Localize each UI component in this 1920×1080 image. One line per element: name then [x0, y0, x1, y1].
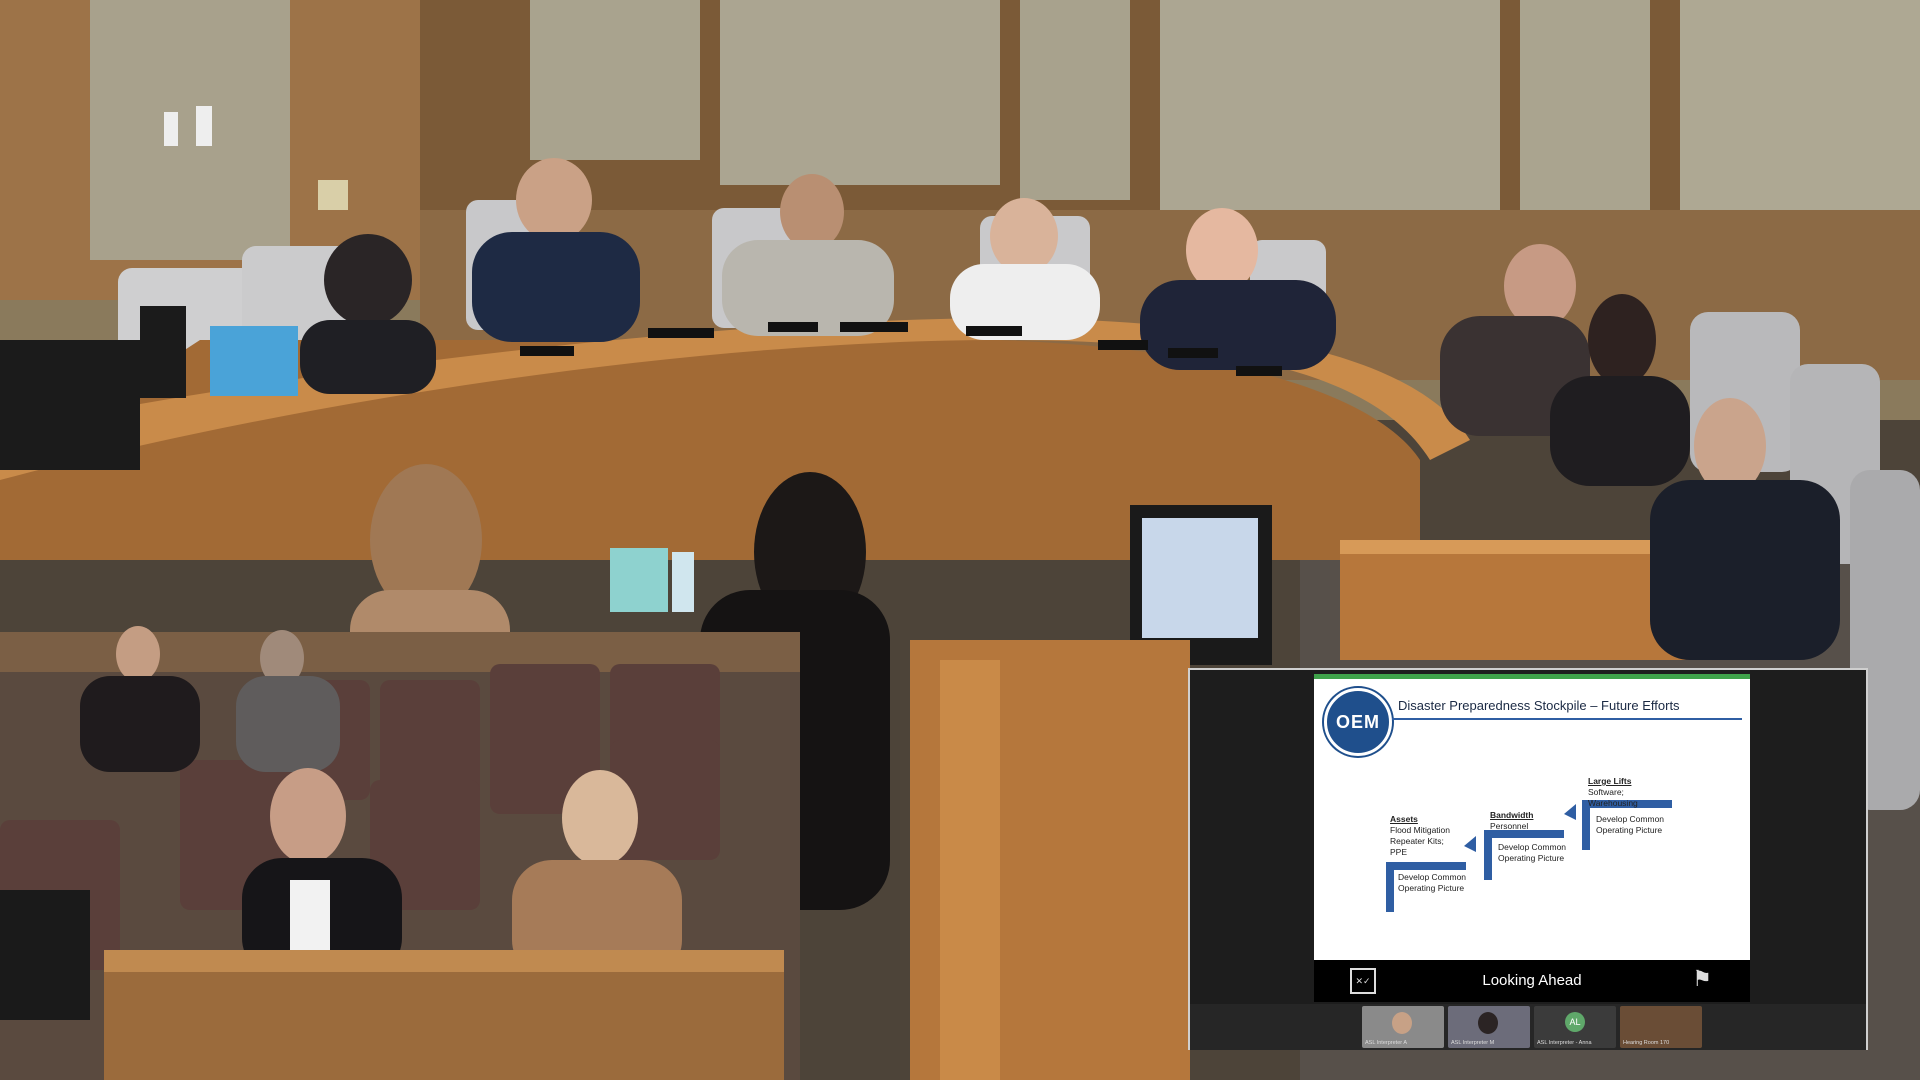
step-items-assets: Flood Mitigation Repeater Kits; PPE [1390, 825, 1451, 857]
nameplate [648, 328, 714, 338]
step-heading-bandwidth: Bandwidth [1490, 810, 1534, 820]
step-action-large-lifts: Develop Common Operating Picture [1596, 814, 1665, 835]
participant-name: ASL Interpreter A [1365, 1040, 1407, 1046]
participant-name: ASL Interpreter M [1451, 1040, 1495, 1046]
step-heading-assets: Assets [1390, 814, 1418, 824]
footer-title: Looking Ahead [1482, 972, 1582, 989]
step-heading-large-lifts: Large Lifts [1588, 776, 1632, 786]
nameplate [1098, 340, 1148, 350]
nameplate [966, 326, 1022, 336]
participant-tile[interactable]: AL ASL Interpreter - Anna [1534, 1006, 1616, 1048]
nameplate [768, 322, 818, 332]
signpost-icon: ⚑ [1692, 966, 1712, 991]
participant-strip: ASL Interpreter A ASL Interpreter M AL A… [1190, 1004, 1866, 1050]
step-action-bandwidth: Develop Common Operating Picture [1498, 842, 1567, 863]
step-items-bandwidth: Personnel [1490, 821, 1529, 831]
nameplate [520, 346, 574, 356]
step-items-large-lifts: Software; Warehousing [1588, 787, 1638, 808]
nameplate [1168, 348, 1218, 358]
presentation-overlay[interactable]: OEM Disaster Preparedness Stockpile – Fu… [1188, 668, 1868, 1050]
step-action-assets: Develop Common Operating Picture [1398, 872, 1467, 893]
participant-avatar: AL [1565, 1012, 1585, 1032]
slide: OEM Disaster Preparedness Stockpile – Fu… [1314, 674, 1750, 960]
participant-tile[interactable]: ASL Interpreter M [1448, 1006, 1530, 1048]
participant-name: Hearing Room 170 [1623, 1040, 1670, 1046]
participant-tile[interactable]: ASL Interpreter A [1362, 1006, 1444, 1048]
nameplate [840, 322, 908, 332]
slide-footer: ✕✓ Looking Ahead ⚑ [1314, 960, 1750, 1002]
participant-tile[interactable]: Hearing Room 170 [1620, 1006, 1702, 1048]
participant-name: ASL Interpreter - Anna [1537, 1040, 1592, 1046]
nameplate [1236, 366, 1282, 376]
